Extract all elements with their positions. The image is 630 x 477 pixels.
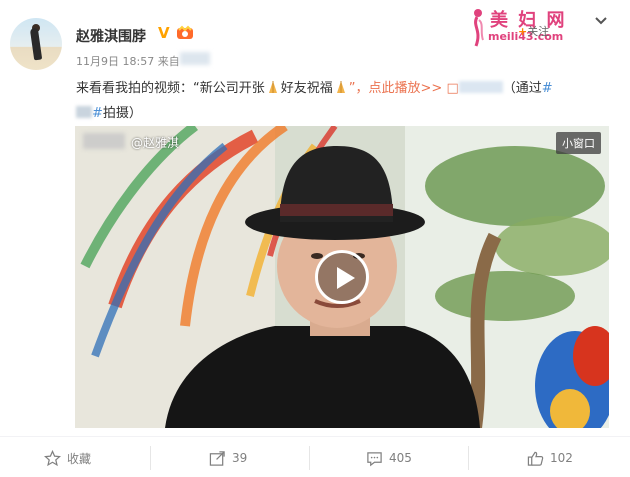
repost-count: 39 — [232, 451, 248, 465]
post-time[interactable]: 11月9日 18:57 — [76, 55, 154, 68]
post-text-mid: 好友祝福 — [280, 81, 333, 96]
play-icon — [337, 267, 355, 289]
repost-icon — [209, 450, 225, 466]
chevron-down-icon[interactable] — [594, 14, 608, 28]
comment-icon — [367, 451, 382, 466]
follow-label: 关注 — [527, 25, 550, 38]
hashtag-open[interactable]: # — [542, 81, 553, 96]
svg-text:V: V — [158, 24, 170, 40]
video-link-icon[interactable]: □ — [446, 81, 458, 96]
comment-button[interactable]: 405 — [366, 447, 412, 469]
action-bar-divider — [0, 436, 630, 437]
shot-label: 拍摄） — [102, 106, 142, 121]
post-text-intro: 来看看我拍的视频：“新公司开张 — [76, 81, 265, 96]
action-separator-3 — [468, 446, 469, 470]
vip-crown-icon[interactable] — [176, 24, 194, 40]
play-link[interactable]: ”，点此播放>> — [349, 81, 443, 96]
verified-badge-icon: V — [158, 24, 170, 40]
favorite-button[interactable]: 收藏 — [44, 447, 91, 469]
action-separator-2 — [309, 446, 310, 470]
action-separator — [150, 446, 151, 470]
mini-window-button[interactable]: 小窗口 — [556, 132, 601, 154]
hashtag-close[interactable]: # — [92, 106, 103, 121]
play-button[interactable] — [315, 250, 369, 304]
like-count: 102 — [550, 451, 573, 465]
video-link-blurred[interactable] — [458, 81, 503, 93]
video-player[interactable]: @赵雅淇 小窗口 — [75, 126, 609, 428]
uploader-avatar-blurred — [83, 133, 125, 149]
post-text: 来看看我拍的视频：“新公司开张 好友祝福 ”，点此播放>> □ （通过# #拍摄） — [76, 76, 606, 126]
follow-button[interactable]: +关注 — [518, 23, 549, 39]
avatar-figure — [29, 27, 43, 61]
favorite-label: 收藏 — [67, 451, 92, 466]
hashtag-blurred[interactable] — [76, 106, 92, 118]
post-meta: 11月9日 18:57 来自 — [76, 53, 180, 69]
pray-emoji-icon-2 — [336, 81, 345, 93]
video-uploader: @赵雅淇 — [131, 136, 180, 150]
follow-plus: + — [518, 25, 528, 38]
comment-count: 405 — [389, 451, 412, 465]
repost-button[interactable]: 39 — [209, 447, 247, 469]
via-open: （通过 — [502, 81, 542, 96]
watermark-lady-icon — [474, 9, 484, 47]
post-source-blurred — [180, 52, 210, 65]
post-source-prefix: 来自 — [157, 55, 180, 68]
pray-emoji-icon — [268, 81, 277, 93]
thumbs-up-icon — [527, 451, 544, 466]
star-icon — [44, 449, 61, 466]
avatar[interactable] — [10, 18, 62, 70]
username[interactable]: 赵雅淇围脖 — [76, 26, 146, 46]
like-button[interactable]: 102 — [527, 447, 573, 469]
